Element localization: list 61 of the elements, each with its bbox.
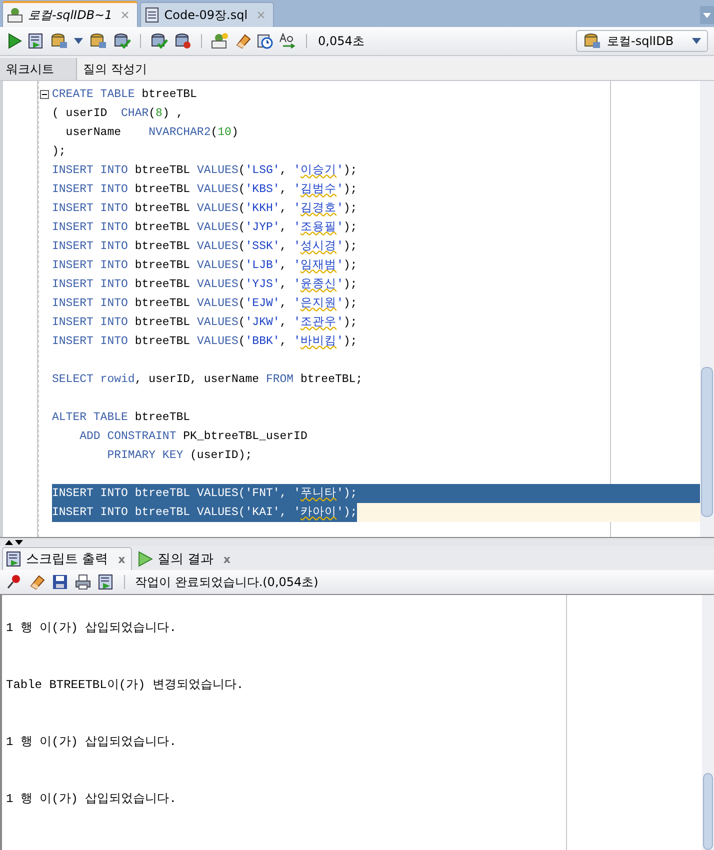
code-line: );: [52, 144, 66, 160]
document-tab[interactable]: 로컬-sqlIDB~1: [2, 1, 138, 27]
output-line: 1 행 이(가) 삽입되었습니다.: [6, 792, 178, 808]
splitter-arrows-icon[interactable]: [4, 538, 24, 546]
caret-icon: [692, 38, 701, 44]
database-icon: [583, 33, 601, 49]
run-icon[interactable]: [6, 33, 22, 49]
code-line: INSERT INTO btreeTBL VALUES('KKH', '김경호');: [52, 201, 358, 217]
rollback-icon[interactable]: [174, 33, 192, 49]
output-tab[interactable]: 스크립트 출력 x: [2, 547, 132, 570]
editor-tab[interactable]: 워크시트: [0, 58, 77, 80]
sql-worksheet-icon: [7, 7, 23, 23]
run-icon: [137, 551, 154, 567]
code-line: INSERT INTO btreeTBL VALUES('BBK', '바비킴');: [52, 334, 358, 350]
code-line: ADD CONSTRAINT PK_btreeTBL_userID: [78, 429, 308, 445]
run-script-icon[interactable]: [28, 33, 44, 49]
document-tab[interactable]: Code-09장.sql: [140, 2, 274, 27]
document-icon: [145, 7, 160, 23]
code-line: INSERT INTO btreeTBL VALUES('YJS', '윤종신');: [52, 277, 358, 293]
script-icon: [6, 551, 22, 567]
code-line: INSERT INTO btreeTBL VALUES('EJW', '은지원');: [52, 296, 358, 312]
code-line: ALTER TABLE btreeTBL: [52, 410, 190, 426]
code-line: INSERT INTO btreeTBL VALUES('JKW', '조관우');: [52, 315, 358, 331]
code-line: ( userID CHAR(8) ,: [52, 106, 184, 122]
output-line: 1 행 이(가) 삽입되었습니다.: [6, 735, 178, 751]
clock-icon[interactable]: [257, 33, 273, 49]
output-line: Table BTREETBL이(가) 변경되었습니다.: [6, 678, 245, 694]
font-case-icon[interactable]: [279, 33, 297, 49]
dropdown-icon[interactable]: [700, 6, 714, 24]
caret-icon[interactable]: [74, 38, 83, 44]
code-line: INSERT INTO btreeTBL VALUES('LSG', '이승기');: [52, 163, 358, 179]
scrollbar-thumb[interactable]: [703, 773, 713, 850]
close-icon[interactable]: [121, 11, 130, 19]
output-line: 1 행 이(가) 삽입되었습니다.: [6, 621, 178, 637]
connection-dropdown[interactable]: 로컬-sqlIDB: [576, 30, 708, 52]
database-icon[interactable]: [50, 33, 68, 49]
code-line: userName NVARCHAR2(10): [64, 125, 238, 141]
elapsed-time: 0,054초: [318, 32, 364, 50]
eraser-icon[interactable]: [29, 574, 45, 590]
save-icon[interactable]: [52, 574, 68, 590]
code-line: SELECT rowid, userID, userName FROM btreeTBL;: [52, 372, 363, 388]
pin-icon[interactable]: [6, 574, 22, 590]
code-line: INSERT INTO btreeTBL VALUES('KBS', '김범수');: [52, 182, 358, 198]
status-message: 작업이 완료되었습니다.(0,054초): [135, 574, 318, 590]
collapse-icon[interactable]: [40, 90, 49, 99]
output-tab[interactable]: 질의 결과 x: [134, 548, 236, 570]
close-button[interactable]: x: [118, 552, 126, 566]
code-line: CREATE TABLE btreeTBL: [52, 87, 197, 103]
code-line: PRIMARY KEY (userID);: [106, 448, 252, 464]
code-line: INSERT INTO btreeTBL VALUES('LJB', '임재범');: [52, 258, 358, 274]
code-line: INSERT INTO btreeTBL VALUES('JYP', '조용필');: [52, 220, 358, 236]
database-icon[interactable]: [89, 33, 107, 49]
eraser-icon[interactable]: [235, 33, 251, 49]
sql-worksheet-icon[interactable]: [211, 33, 229, 49]
commit-icon[interactable]: [150, 33, 168, 49]
run-script-icon[interactable]: [98, 574, 114, 590]
editor-tab[interactable]: 질의 작성기: [77, 58, 155, 80]
print-icon[interactable]: [75, 574, 91, 590]
code-line: INSERT INTO btreeTBL VALUES('SSK', '성시경');: [52, 239, 358, 255]
scrollbar-thumb[interactable]: [701, 367, 713, 517]
close-button[interactable]: x: [223, 552, 230, 566]
